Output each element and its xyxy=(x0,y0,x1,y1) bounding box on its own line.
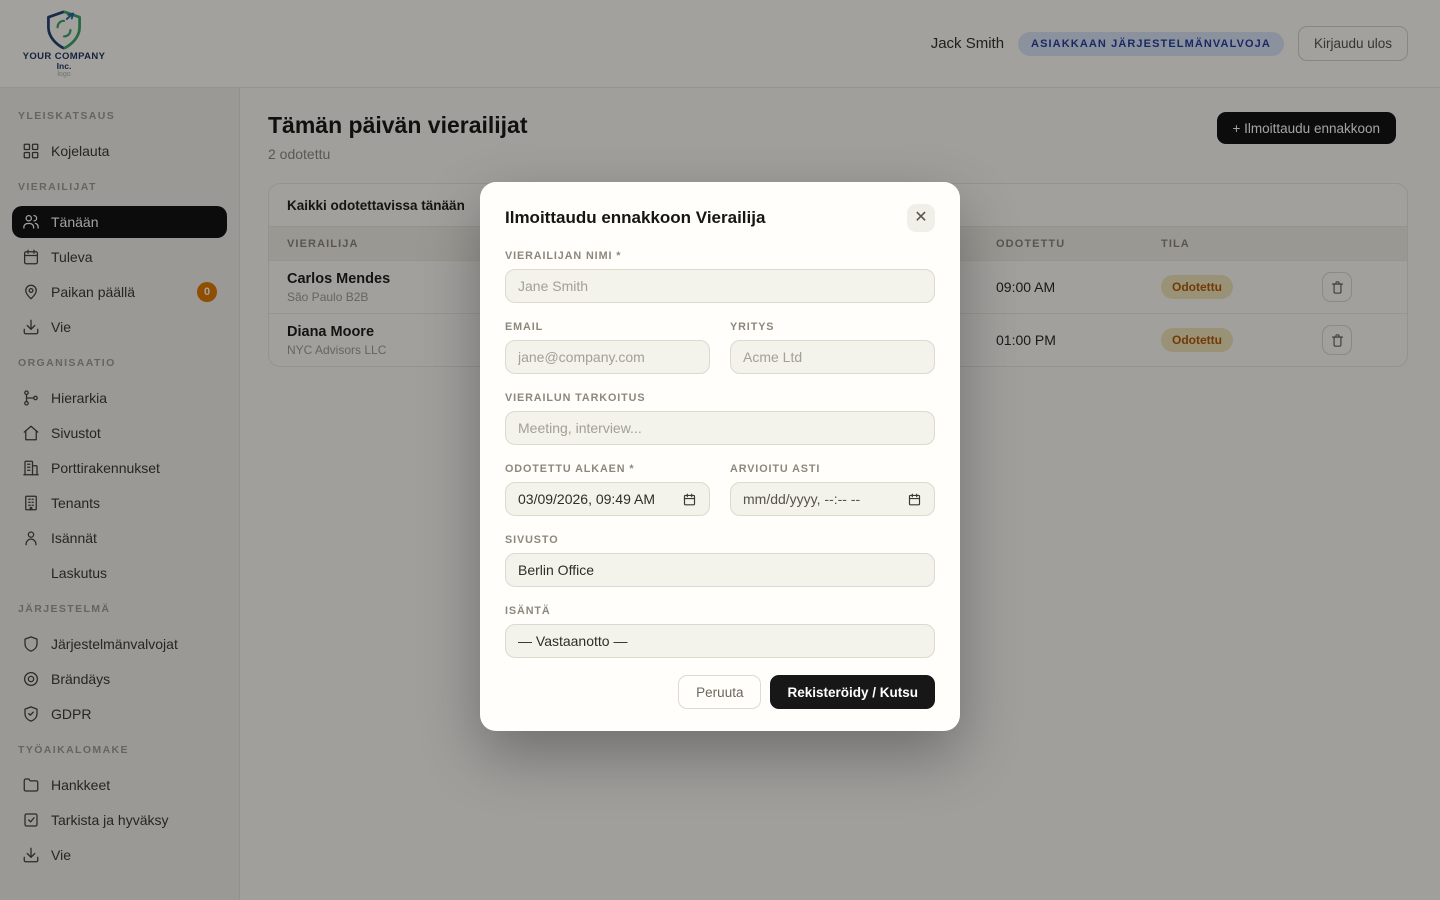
expected-from-value: 03/09/2026, 09:49 AM xyxy=(518,491,655,507)
company-field[interactable] xyxy=(730,340,935,374)
host-label: Isäntä xyxy=(505,605,551,617)
preregister-modal: Ilmoittaudu ennakkoon Vierailija ✕ Viera… xyxy=(480,182,960,731)
email-field[interactable] xyxy=(505,340,710,374)
site-selected-value: Berlin Office xyxy=(518,562,594,578)
visitor-name-label: Vierailijan nimi * xyxy=(505,250,622,262)
estimated-until-datetime-field[interactable]: mm/dd/yyyy, --:-- -- xyxy=(730,482,935,516)
host-selected-value: — Vastaanotto — xyxy=(518,633,628,649)
purpose-field[interactable] xyxy=(505,411,935,445)
purpose-label: Vierailun tarkoitus xyxy=(505,392,646,404)
estimated-until-label: Arvioitu asti xyxy=(730,463,821,475)
estimated-until-placeholder: mm/dd/yyyy, --:-- -- xyxy=(743,491,861,507)
host-select[interactable]: — Vastaanotto — xyxy=(505,624,935,658)
cancel-button[interactable]: Peruuta xyxy=(678,675,762,709)
modal-title: Ilmoittaudu ennakkoon Vierailija xyxy=(505,208,766,227)
register-invite-button[interactable]: Rekisteröidy / Kutsu xyxy=(770,675,935,709)
site-select[interactable]: Berlin Office xyxy=(505,553,935,587)
expected-from-datetime-field[interactable]: 03/09/2026, 09:49 AM xyxy=(505,482,710,516)
calendar-picker-icon[interactable] xyxy=(907,492,922,507)
close-icon[interactable]: ✕ xyxy=(907,204,935,232)
site-label: Sivusto xyxy=(505,534,559,546)
expected-from-label: Odotettu alkaen * xyxy=(505,463,635,475)
email-label: Email xyxy=(505,321,544,333)
calendar-picker-icon[interactable] xyxy=(682,492,697,507)
company-label: Yritys xyxy=(730,321,775,333)
visitor-name-field[interactable] xyxy=(505,269,935,303)
